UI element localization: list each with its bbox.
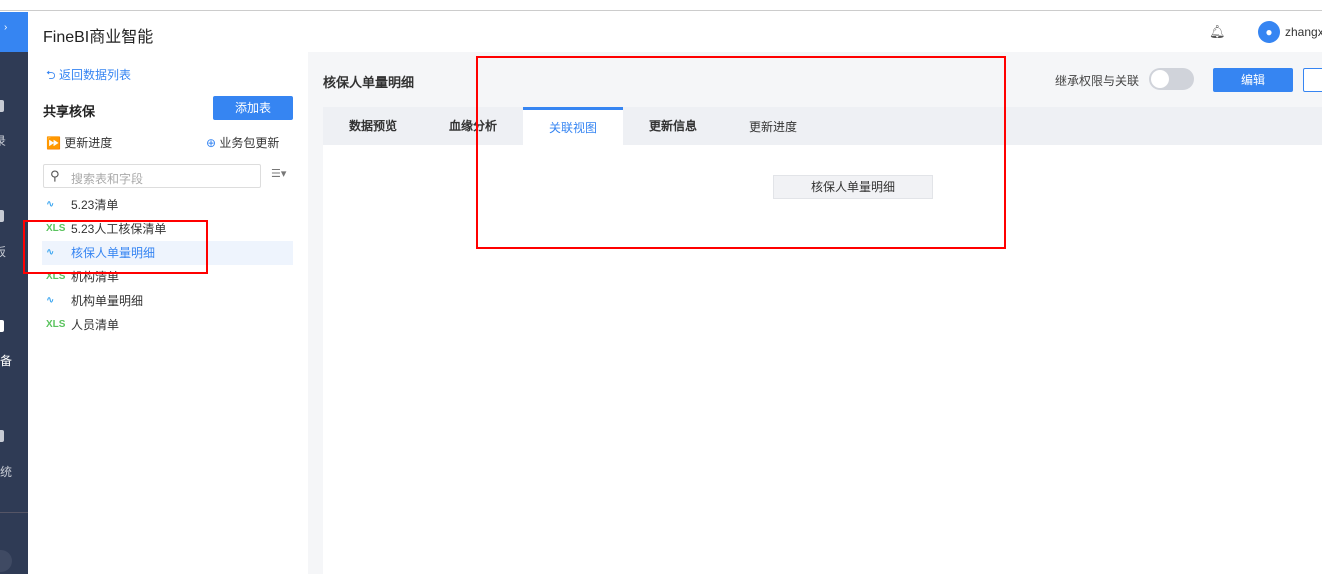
nav-avatar[interactable] — [0, 550, 12, 572]
nav-item-data-prep[interactable]: 准备 — [0, 352, 12, 369]
table-item-selected[interactable]: ∿ 核保人单量明细 — [42, 241, 293, 265]
browser-strip — [0, 0, 1322, 11]
table-item[interactable]: XLS 机构清单 — [42, 265, 293, 289]
etl-icon: ∿ — [46, 247, 55, 258]
search-input[interactable]: ⚲ 搜索表和字段 — [43, 164, 261, 188]
update-progress-tab-link[interactable]: 更新进度 — [723, 107, 823, 145]
user-avatar-icon[interactable]: ● — [1258, 21, 1280, 43]
upload-icon: ⊕ — [206, 136, 220, 150]
table-name: 5.23清单 — [71, 198, 119, 212]
package-update-button[interactable]: ⊕ 业务包更新 — [206, 134, 279, 151]
data-prep-icon — [0, 320, 4, 332]
table-item[interactable]: ∿ 机构单量明细 — [42, 289, 293, 313]
tab-relation-view[interactable]: 关联视图 — [523, 107, 623, 145]
search-placeholder: 搜索表和字段 — [71, 172, 144, 186]
toggle-knob — [1151, 70, 1169, 88]
gear-icon — [0, 430, 4, 442]
tab-update-info[interactable]: 更新信息 — [623, 107, 723, 145]
xls-icon: XLS — [46, 223, 66, 234]
back-icon: ⮌ — [46, 68, 59, 82]
table-list-panel: ⮌ 返回数据列表 共享核保 添加表 ⏩ 更新进度 ⊕ 业务包更新 ⚲ 搜索表和字… — [28, 52, 308, 574]
table-item[interactable]: XLS 5.23人工核保清单 — [42, 217, 293, 241]
table-name: 机构单量明细 — [71, 294, 144, 308]
tab-lineage[interactable]: 血缘分析 — [423, 107, 523, 145]
bell-icon[interactable]: 🔔︎ — [1209, 24, 1226, 40]
etl-icon: ∿ — [46, 295, 55, 306]
package-name: 共享核保 — [43, 104, 96, 119]
relation-node[interactable]: 核保人单量明细 — [773, 175, 933, 199]
top-header: FineBI商业智能 🔔︎ ● zhangx — [28, 12, 1322, 52]
nav-item-dashboard[interactable]: 板 — [0, 243, 6, 260]
table-item[interactable]: XLS 人员清单 — [42, 313, 293, 337]
tab-data-preview[interactable]: 数据预览 — [323, 107, 423, 145]
back-label: 返回数据列表 — [58, 68, 131, 82]
table-name: 5.23人工核保清单 — [71, 222, 167, 236]
table-name: 机构清单 — [71, 270, 120, 284]
table-name: 人员清单 — [71, 318, 120, 332]
package-update-label: 业务包更新 — [219, 136, 280, 150]
nav-divider — [0, 512, 28, 513]
back-to-list-link[interactable]: ⮌ 返回数据列表 — [46, 66, 131, 87]
tab-bar: 数据预览 血缘分析 关联视图 更新信息 更新进度 — [323, 107, 1322, 145]
app-title: FineBI商业智能 — [43, 29, 154, 46]
xls-icon: XLS — [46, 319, 66, 330]
progress-icon: ⏩ — [46, 136, 65, 150]
table-name: 核保人单量明细 — [71, 246, 156, 260]
inherit-toggle[interactable] — [1149, 68, 1194, 90]
update-progress-link[interactable]: ⏩ 更新进度 — [46, 134, 112, 151]
nav-item-directory[interactable]: 录 — [0, 132, 6, 149]
nav-logo[interactable]: › — [0, 12, 28, 52]
search-icon: ⚲ — [50, 168, 60, 183]
add-table-button[interactable]: 添加表 — [213, 96, 293, 120]
update-progress-label: 更新进度 — [64, 136, 113, 150]
main-nav: › 录 板 准备 系统 — [0, 12, 28, 574]
more-button[interactable] — [1303, 68, 1322, 92]
nav-item-system[interactable]: 系统 — [0, 463, 12, 480]
table-detail: 核保人单量明细 继承权限与关联 编辑 数据预览 血缘分析 关联视图 更新信息 更… — [308, 52, 1322, 574]
dashboard-icon — [0, 210, 4, 222]
edit-button[interactable]: 编辑 — [1213, 68, 1293, 92]
sort-icon[interactable]: ☰▾ — [271, 167, 286, 180]
directory-icon — [0, 100, 4, 112]
xls-icon: XLS — [46, 271, 66, 282]
user-name[interactable]: zhangx — [1285, 25, 1322, 39]
inherit-label: 继承权限与关联 — [1055, 74, 1140, 88]
table-title: 核保人单量明细 — [323, 75, 415, 90]
etl-icon: ∿ — [46, 199, 55, 210]
table-item[interactable]: ∿ 5.23清单 — [42, 193, 293, 217]
relation-canvas: 核保人单量明细 — [323, 145, 1322, 574]
